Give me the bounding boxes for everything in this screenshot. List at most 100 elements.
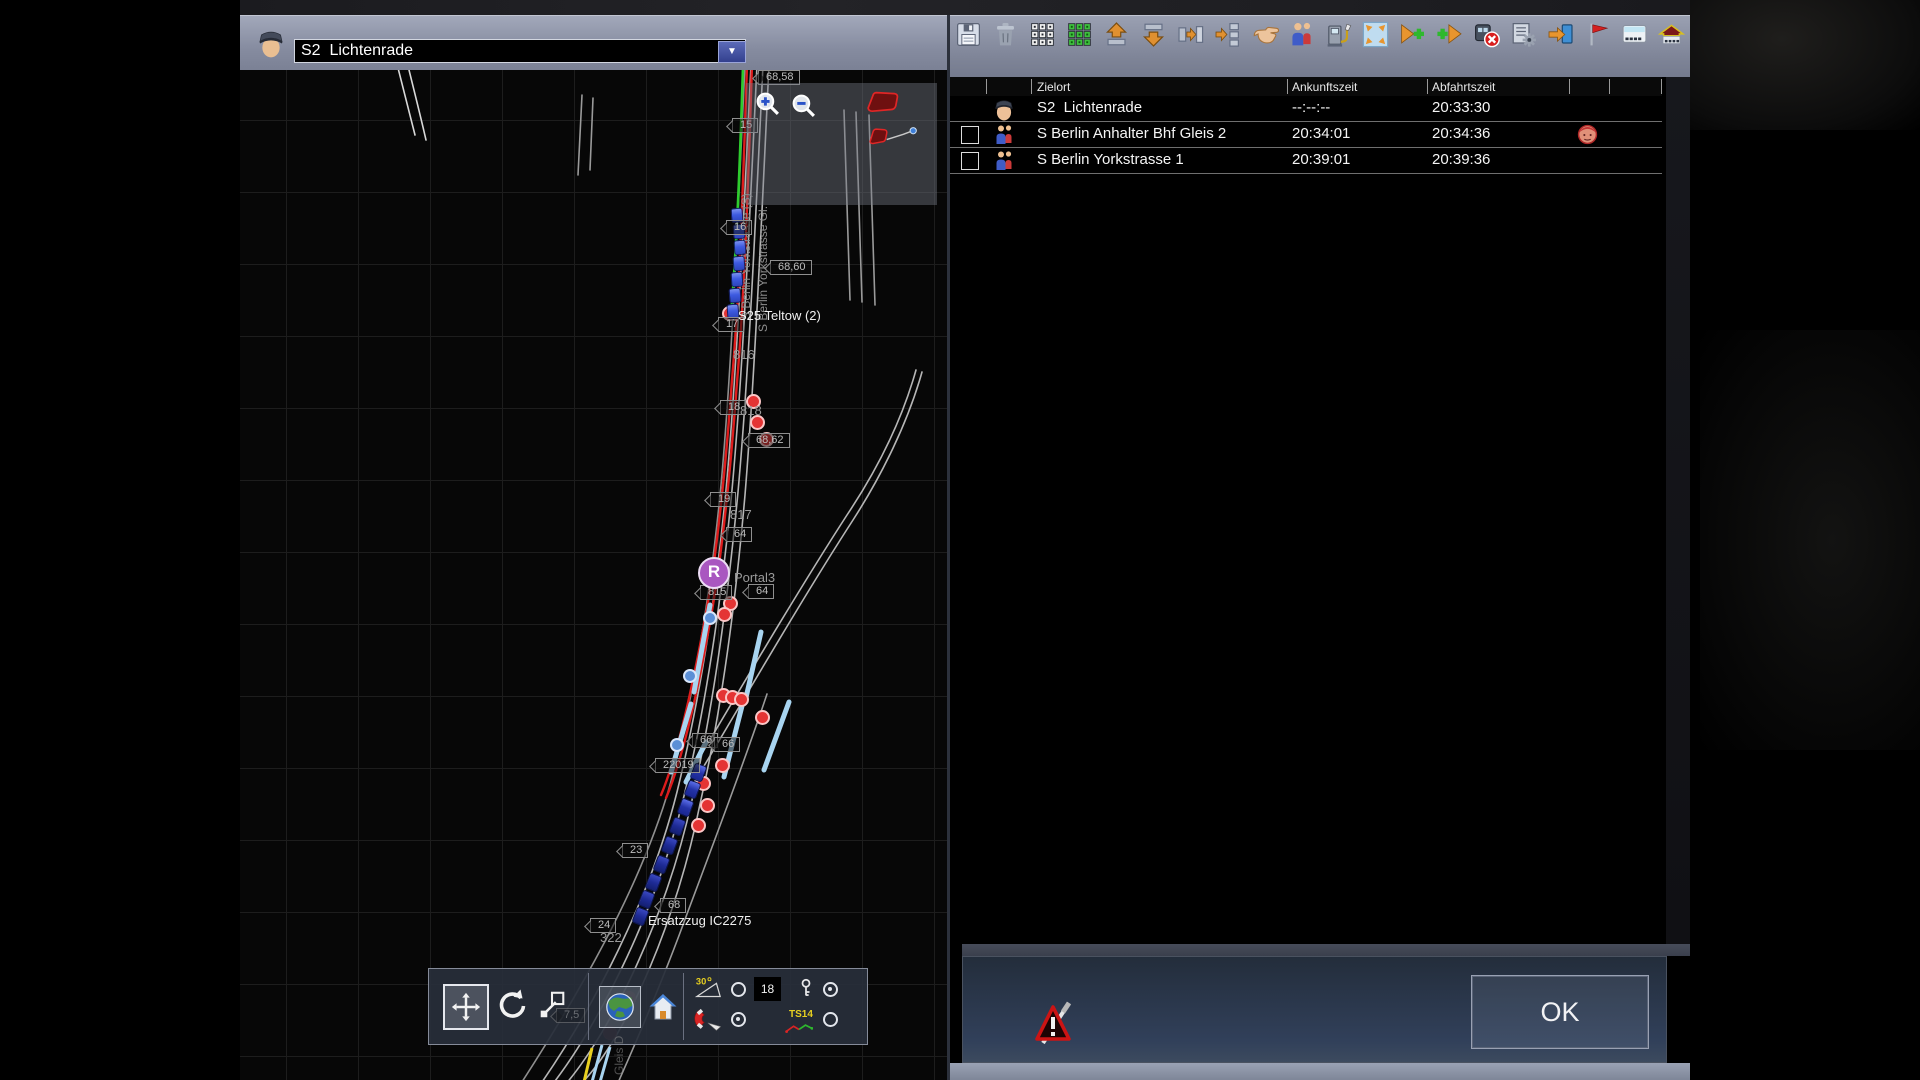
map-titlebar: S2 Lichtenrade ▼ bbox=[240, 15, 947, 70]
row-checkbox[interactable] bbox=[961, 126, 979, 144]
table-body: S2 Lichtenrade --:--:-- 20:33:30 S Berlin A… bbox=[950, 96, 1662, 174]
radio-ts14[interactable] bbox=[823, 1012, 838, 1027]
schedule-settings-icon[interactable] bbox=[1507, 18, 1540, 51]
destination-cell: S Berlin Yorkstrasse 1 bbox=[1037, 151, 1184, 168]
track-map[interactable]: 68,58 15 16 68,60 17 18 68,62 19 64 815 64 66 66 2201… bbox=[240, 70, 947, 1080]
map-label: Ersatzzug IC2275 bbox=[648, 913, 752, 928]
insert-after-icon[interactable] bbox=[1174, 18, 1207, 51]
append-train-icon[interactable] bbox=[1396, 18, 1429, 51]
radio-gradient[interactable] bbox=[731, 982, 746, 997]
table-row[interactable]: S Berlin Yorkstrasse 1 20:39:01 20:39:36 bbox=[950, 148, 1662, 174]
signal-red[interactable] bbox=[754, 709, 770, 725]
track-tag[interactable]: 68 bbox=[660, 898, 687, 913]
table-row[interactable]: S2 Lichtenrade --:--:-- 20:33:30 bbox=[950, 96, 1662, 122]
save-icon[interactable] bbox=[952, 18, 985, 51]
track-tag[interactable]: 7,5 bbox=[556, 1008, 586, 1023]
footer-top-strip bbox=[962, 944, 1690, 956]
grid-white-icon[interactable] bbox=[1026, 18, 1059, 51]
header-separator bbox=[1287, 79, 1288, 94]
header-separator bbox=[1661, 79, 1662, 94]
cancel-train-icon[interactable] bbox=[1470, 18, 1503, 51]
station-label-vertical: Gleis D bbox=[612, 1035, 626, 1075]
passengers-icon[interactable] bbox=[1285, 18, 1318, 51]
map-zoom-value: 18 bbox=[754, 977, 781, 1001]
column-header[interactable]: Ankunftszeit bbox=[1292, 80, 1357, 94]
signal-red[interactable] bbox=[699, 797, 715, 813]
home-view-button[interactable] bbox=[645, 989, 681, 1025]
radio-magnet[interactable] bbox=[731, 1012, 746, 1027]
train-car-blue[interactable] bbox=[733, 239, 747, 256]
world-background bbox=[240, 0, 1690, 15]
arrival-time-cell: 20:34:01 bbox=[1292, 125, 1351, 142]
column-header[interactable]: Abfahrtszeit bbox=[1432, 80, 1495, 94]
rotate-view-button[interactable] bbox=[491, 984, 533, 1026]
track-tag[interactable]: 64 bbox=[748, 584, 775, 599]
track-tag[interactable]: 66 bbox=[714, 737, 741, 752]
world-background-right bbox=[1700, 330, 1920, 750]
enter-train-icon[interactable] bbox=[1544, 18, 1577, 51]
track-tag[interactable]: 22019 bbox=[655, 758, 700, 773]
train-car-blue[interactable] bbox=[732, 255, 746, 272]
gradient-30-icon[interactable]: 30 bbox=[694, 975, 723, 1001]
timetable-pane: Zielort Ankunftszeit Abfahrtszeit S2 Licht… bbox=[950, 15, 1690, 1080]
signal-blue[interactable] bbox=[670, 738, 684, 752]
refuel-icon[interactable] bbox=[1322, 18, 1355, 51]
route-shape-icon[interactable] bbox=[866, 91, 900, 115]
ok-button[interactable]: OK bbox=[1471, 975, 1649, 1049]
delete-icon[interactable] bbox=[989, 18, 1022, 51]
table-row[interactable]: S Berlin Anhalter Bhf Gleis 2 20:34:01 20:… bbox=[950, 122, 1662, 148]
row-checkbox[interactable] bbox=[961, 152, 979, 170]
track-tag[interactable]: 64 bbox=[726, 527, 753, 542]
move-down-icon[interactable] bbox=[1137, 18, 1170, 51]
zoom-out-icon[interactable] bbox=[790, 92, 817, 119]
radio-key[interactable] bbox=[823, 982, 838, 997]
center-view-icon[interactable] bbox=[1359, 18, 1392, 51]
map-label: 816 bbox=[733, 347, 755, 362]
window-bottom-strip bbox=[950, 1063, 1690, 1080]
train-selector-dropdown[interactable]: S2 Lichtenrade bbox=[294, 39, 746, 63]
grid-green-icon[interactable] bbox=[1063, 18, 1096, 51]
destination-cell: S Berlin Anhalter Bhf Gleis 2 bbox=[1037, 125, 1227, 142]
globe-view-button[interactable] bbox=[599, 986, 641, 1028]
dispatcher-window: S2 Lichtenrade ▼ 68,58 15 16 68,60 17 18… bbox=[0, 0, 1920, 1080]
train-car-blue[interactable] bbox=[728, 287, 742, 304]
late-passenger-icon bbox=[1577, 124, 1598, 145]
flag-icon[interactable] bbox=[1581, 18, 1614, 51]
dropdown-arrow-button[interactable]: ▼ bbox=[718, 41, 746, 63]
pan-tool-button[interactable] bbox=[443, 984, 489, 1030]
table-header: Zielort Ankunftszeit Abfahrtszeit bbox=[950, 77, 1662, 96]
map-label: 322 bbox=[600, 930, 622, 945]
signal-red[interactable] bbox=[714, 757, 730, 773]
depot-icon[interactable] bbox=[1655, 18, 1688, 51]
map-zoom-overlay bbox=[746, 83, 937, 205]
track-tag[interactable]: 16 bbox=[726, 220, 753, 235]
move-up-icon[interactable] bbox=[1100, 18, 1133, 51]
signal-blue[interactable] bbox=[683, 669, 697, 683]
zoom-in-icon[interactable] bbox=[754, 90, 781, 117]
header-separator bbox=[986, 79, 987, 94]
passengers-icon bbox=[992, 149, 1016, 172]
signal-red[interactable] bbox=[733, 691, 749, 707]
track-tag[interactable]: 68,62 bbox=[748, 433, 790, 448]
rangier-marker[interactable]: R bbox=[698, 557, 730, 589]
railcar-icon[interactable] bbox=[1618, 18, 1651, 51]
train-car-blue[interactable] bbox=[730, 271, 744, 288]
signal-blue[interactable] bbox=[703, 611, 717, 625]
signal-red[interactable] bbox=[716, 606, 732, 622]
key-icon[interactable] bbox=[799, 978, 813, 1002]
pointing-hand-icon[interactable] bbox=[1248, 18, 1281, 51]
pane-right-edge bbox=[1666, 77, 1690, 944]
track-tag[interactable]: 23 bbox=[622, 843, 649, 858]
track-tag[interactable]: 19 bbox=[710, 492, 737, 507]
prepend-train-icon[interactable] bbox=[1433, 18, 1466, 51]
header-separator bbox=[1031, 79, 1032, 94]
arrival-time-cell: 20:39:01 bbox=[1292, 151, 1351, 168]
insert-into-list-icon[interactable] bbox=[1211, 18, 1244, 51]
signal-red[interactable] bbox=[690, 817, 706, 833]
track-tag[interactable]: 68,60 bbox=[770, 260, 812, 275]
route-shape-small-icon[interactable] bbox=[868, 125, 920, 153]
magnet-icon[interactable] bbox=[693, 1007, 727, 1031]
column-header[interactable]: Zielort bbox=[1037, 80, 1070, 94]
map-label: S25 Teltow (2) bbox=[738, 308, 821, 323]
warning-icon bbox=[1033, 997, 1077, 1047]
